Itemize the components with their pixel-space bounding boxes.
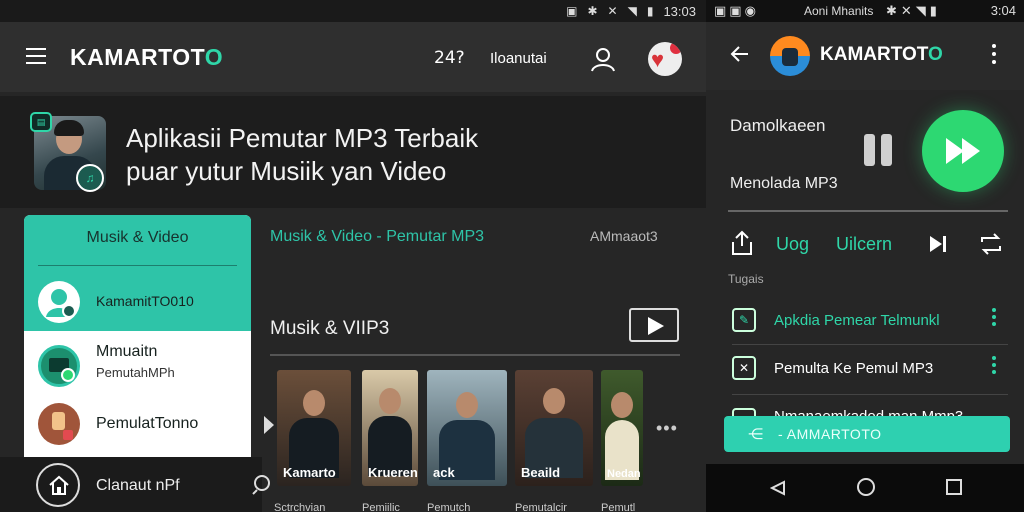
video-icon — [38, 345, 80, 387]
back-arrow-icon[interactable] — [730, 44, 750, 64]
heart-icon: ♥ — [651, 47, 665, 72]
user-icon[interactable] — [590, 46, 616, 72]
track-item-3[interactable]: ♪ Nmanaemkadod man Mmp3 — [706, 396, 1024, 416]
speaker-icon — [38, 403, 80, 445]
category-menu: Musik & Video KamamitTO010 Mmuaitn Pemut… — [24, 215, 251, 475]
status-bar: ▣ ✱ ✕ ◥ ▮ 13:03 — [0, 0, 706, 22]
android-nav-bar — [706, 464, 1024, 512]
signal-icon: ▮ — [646, 4, 654, 18]
bottom-bar: Clanaut nPf — [0, 457, 262, 512]
divider-right — [728, 210, 1008, 212]
menu-title: Musik & Video — [86, 229, 189, 246]
thumb-label-1: Sctrchvian — [274, 502, 326, 512]
home-button[interactable] — [36, 463, 80, 507]
menu-icon[interactable] — [26, 48, 46, 64]
bottom-label[interactable]: Clanaut nPf — [96, 477, 180, 495]
menu-item-1[interactable]: KamamitTO010 — [24, 273, 251, 331]
avatar-icon — [38, 281, 80, 323]
menu-item-3[interactable]: PemulatTonno — [24, 395, 251, 453]
avatar[interactable]: ♥ — [648, 42, 682, 76]
left-pane: ▣ ✱ ✕ ◥ ▮ 13:03 KAMARTOTO 24? Iloanutai … — [0, 0, 706, 512]
more-icon[interactable]: ••• — [656, 418, 678, 439]
download-button[interactable]: ⋲ - AMMARTOTO — [724, 416, 1010, 452]
track-item-1[interactable]: ✎ Apkdia Pemear Telmunkl — [706, 298, 1024, 344]
status-time-right: 3:04 — [990, 3, 1016, 18]
pause-icon[interactable] — [864, 134, 894, 166]
music-icon: ♫ — [76, 164, 104, 192]
nfc-icon: ✱ — [587, 4, 598, 18]
section-right-label: AMmaaot3 — [590, 228, 658, 244]
chevron-right-icon[interactable] — [264, 416, 274, 434]
hd-icon: ▤ — [30, 112, 52, 132]
track-more-icon[interactable] — [992, 308, 996, 329]
status-time: 13:03 — [663, 3, 696, 19]
list-section-label: Tugais — [728, 272, 764, 286]
control-option-1[interactable]: Uog — [776, 234, 809, 255]
shuffle-icon: ✕ — [732, 356, 756, 380]
carrier-label: Aoni Mhanits — [804, 4, 874, 18]
video-thumbnail-3[interactable]: ack — [427, 370, 507, 486]
hero-title: Aplikasii Pemutar MP3 Terbaik puar yutur… — [126, 123, 479, 186]
track-item-2[interactable]: ✕ Pemulta Ke Pemul MP3 — [706, 346, 1024, 392]
menu-item-2[interactable]: Mmuaitn PemutahMPh — [24, 337, 251, 395]
control-row: Uog Uilcern — [706, 226, 1024, 262]
app-title-right: KAMARTOTO — [820, 44, 943, 65]
track-icon: ♪ — [732, 408, 756, 416]
app-bar: KAMARTOTO 24? Iloanutai ♥ — [0, 22, 706, 92]
notification-dot — [670, 42, 682, 54]
repeat-icon[interactable] — [978, 232, 1004, 256]
counter-badge[interactable]: 24? — [434, 48, 465, 68]
nav-home-icon[interactable] — [857, 478, 875, 496]
fast-forward-button[interactable] — [922, 110, 1004, 192]
share-icon[interactable] — [730, 230, 754, 256]
wifi-icon: ◥ — [627, 4, 637, 18]
thumb-label-5: Pemutl — [601, 502, 636, 512]
home-icon — [49, 475, 69, 495]
header-link[interactable]: Iloanutai — [490, 50, 547, 67]
app-logo — [770, 36, 810, 76]
video-thumbnail-1[interactable]: Kamarto — [277, 370, 351, 486]
divider — [270, 354, 680, 356]
section-subtitle: Musik & VIIP3 — [270, 318, 390, 339]
track-more-icon[interactable] — [992, 356, 996, 377]
mute-icon: ✕ — [607, 4, 618, 18]
right-pane: ▣▣◉ Aoni Mhanits ✱✕◥▮ 3:04 KAMARTOTO Dam… — [706, 0, 1024, 512]
video-thumbnail-2[interactable]: Krueren — [362, 370, 418, 486]
video-thumbnail-5[interactable]: Nedan — [601, 370, 643, 486]
now-playing-subtitle: Menolada MP3 — [730, 175, 838, 192]
thumb-label-2: Pemiilic — [362, 502, 400, 512]
skip-next-icon[interactable] — [928, 234, 948, 254]
nav-recent-icon[interactable] — [946, 479, 962, 495]
more-vert-icon[interactable] — [992, 44, 998, 68]
video-thumbnail-4[interactable]: Beaild — [515, 370, 593, 486]
app-title: KAMARTOTO — [70, 44, 224, 70]
thumb-label-3: Pemutch — [427, 502, 471, 512]
play-button[interactable] — [629, 308, 679, 342]
notification-icon: ▣ — [566, 4, 578, 18]
status-bar-right: ▣▣◉ Aoni Mhanits ✱✕◥▮ 3:04 — [706, 0, 1024, 22]
section-title[interactable]: Musik & Video - Pemutar MP3 — [270, 228, 484, 246]
leaf-icon: ✎ — [732, 308, 756, 332]
share-nodes-icon: ⋲ — [748, 426, 763, 443]
search-icon[interactable] — [250, 472, 276, 498]
now-playing-title: Damolkaeen — [730, 116, 826, 135]
nav-back-icon[interactable] — [770, 480, 786, 496]
thumb-label-4: Pemutalcir — [515, 502, 567, 512]
system-icons: ✱✕◥▮ — [886, 3, 941, 18]
notification-icons: ▣▣◉ — [714, 3, 759, 18]
app-bar-right: KAMARTOTO — [706, 22, 1024, 90]
control-option-2[interactable]: Uilcern — [836, 234, 892, 255]
